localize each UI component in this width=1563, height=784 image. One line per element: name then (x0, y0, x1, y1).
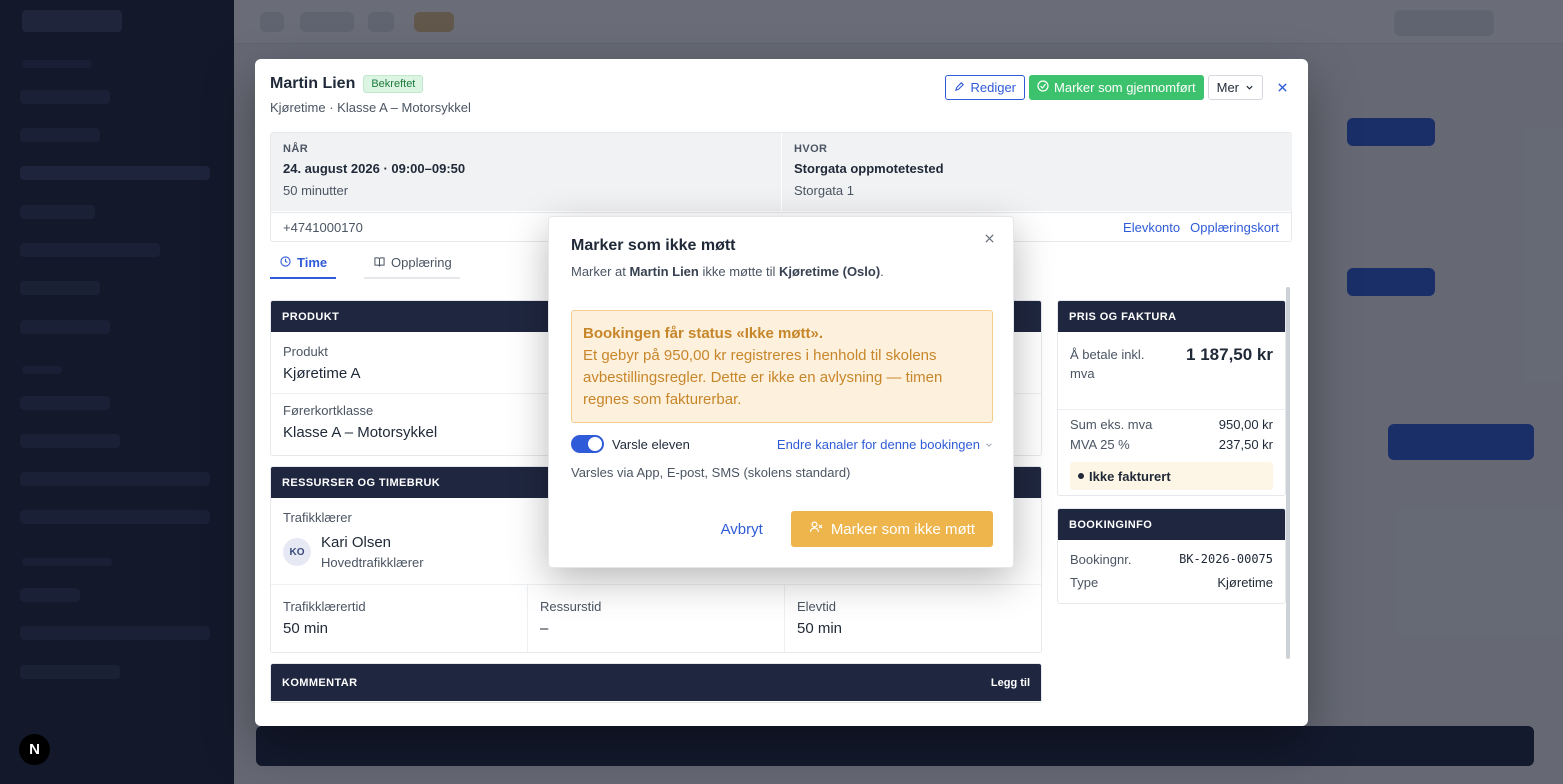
booking-type-value: Kjøretime (1217, 575, 1273, 590)
vat-row: MVA 25 % 237,50 kr (1070, 437, 1273, 452)
desc-student: Martin Lien (629, 264, 699, 279)
comment-header: KOMMENTAR Legg til (271, 664, 1041, 701)
status-badge: Bekreftet (363, 75, 424, 93)
resource-time-label: Ressurstid (540, 599, 602, 614)
edit-button[interactable]: Rediger (945, 75, 1026, 100)
resource-time-value: – (540, 620, 549, 637)
tab-time[interactable]: Time (270, 247, 336, 279)
dialog-description: Marker at Martin Lien ikke møtte til Kjø… (571, 264, 884, 279)
net-label: Sum eks. mva (1070, 417, 1153, 432)
booking-number-label: Bookingnr. (1070, 552, 1132, 567)
when-duration: 50 minutter (283, 183, 349, 198)
where-value: Storgata oppmotetested (794, 161, 944, 176)
total-value: 1 187,50 kr (1186, 345, 1273, 364)
change-channels-link[interactable]: Endre kanaler for denne bookingen (777, 437, 993, 452)
dialog-title: Marker som ikke møtt (571, 237, 736, 254)
student-time-label: Elevtid (797, 599, 837, 614)
instructor-role: Hovedtrafikklærer (321, 555, 424, 570)
more-button[interactable]: Mer (1207, 75, 1263, 100)
no-show-dialog: Marker som ikke møtt Marker at Martin Li… (548, 216, 1014, 568)
invoice-status-label: Ikke fakturert (1089, 468, 1171, 484)
change-channels-label: Endre kanaler for denne bookingen (776, 436, 980, 452)
desc-event: Kjøretime (Oslo) (779, 264, 881, 279)
booking-info-header: BOOKINGINFO (1058, 509, 1285, 540)
booking-info-panel: BOOKINGINFO Bookingnr. BK-2026-00075 Typ… (1057, 508, 1286, 604)
mark-no-show-button[interactable]: Marker som ikke møtt (790, 511, 993, 547)
total-label: Å betale inkl. mva (1070, 347, 1145, 381)
tab-training[interactable]: Opplæring (364, 247, 460, 279)
book-icon (374, 255, 385, 270)
modal-scrollbar[interactable] (1286, 287, 1290, 659)
instructor-name: Kari Olsen (321, 534, 392, 551)
warning-box: Bookingen får status «Ikke møtt». Et geb… (571, 310, 993, 423)
booking-type-label: Type (1070, 575, 1099, 590)
phone-number[interactable]: +4741000170 (283, 220, 363, 235)
channels-note: Varsles via App, E-post, SMS (skolens st… (571, 465, 851, 480)
when-value: 24. august 2026 · 09:00–09:50 (283, 161, 466, 176)
contact-links: Elevkonto Opplæringskort (1123, 220, 1279, 235)
desc-middle: ikke møtte til (698, 264, 780, 279)
modal-subtitle: Kjøretime · Klasse A – Motorsykkel (270, 100, 471, 115)
comment-panel: KOMMENTAR Legg til (270, 663, 1042, 703)
desc-suffix: . (880, 264, 884, 279)
add-comment-button[interactable]: Legg til (991, 677, 1030, 689)
desc-prefix: Marker at (571, 264, 630, 279)
net-value: 950,00 kr (1218, 417, 1273, 432)
comment-title: KOMMENTAR (282, 676, 358, 689)
where-address: Storgata 1 (794, 183, 854, 198)
student-time-value: 50 min (797, 620, 843, 637)
where-cell: HVOR Storgata oppmotetested Storgata 1 (782, 133, 1292, 211)
student-account-link[interactable]: Elevkonto (1123, 220, 1180, 235)
clock-icon (280, 255, 291, 270)
status-dot-icon (1078, 473, 1084, 479)
close-icon[interactable] (984, 231, 995, 248)
more-label: Mer (1216, 80, 1239, 95)
avatar: KO (283, 538, 311, 566)
notify-label: Varsle eleven (612, 436, 690, 452)
chevron-down-icon (1245, 80, 1254, 95)
modal-tabs: Time Opplæring (270, 247, 460, 279)
price-header: PRIS OG FAKTURA (1058, 301, 1285, 332)
booking-number-value: BK-2026-00075 (1179, 552, 1273, 566)
tab-training-label: Opplæring (391, 254, 452, 270)
warning-title: Bookingen får status «Ikke møtt». (583, 325, 824, 342)
where-label: HVOR (794, 143, 828, 155)
training-card-link[interactable]: Opplæringskort (1190, 220, 1279, 235)
mark-completed-label: Marker som gjennomført (1054, 80, 1196, 95)
dialog-actions: Avbryt Marker som ikke møtt (700, 511, 993, 547)
teacher-time-value: 50 min (283, 620, 329, 637)
close-icon[interactable] (1271, 75, 1293, 100)
price-panel: PRIS OG FAKTURA Å betale inkl. mva 1 187… (1057, 300, 1286, 496)
framework-badge[interactable]: N (19, 734, 50, 765)
booking-number-row: Bookingnr. BK-2026-00075 (1070, 552, 1273, 567)
user-x-icon (809, 520, 823, 538)
pencil-icon (954, 80, 965, 95)
mark-no-show-label: Marker som ikke møtt (830, 520, 975, 538)
notify-toggle[interactable] (571, 435, 604, 453)
header-actions: Rediger Marker som gjennomført Mer (945, 75, 1293, 100)
teacher-time-label: Trafikklærertid (283, 599, 366, 614)
edit-label: Rediger (970, 80, 1017, 95)
vat-value: 237,50 kr (1218, 437, 1273, 452)
invoice-status-badge: Ikke fakturert (1070, 462, 1273, 490)
modal-header: Martin Lien Bekreftet Kjøretime · Klasse… (270, 75, 1293, 119)
when-label: NÅR (283, 143, 309, 155)
check-circle-icon (1037, 80, 1049, 95)
when-cell: NÅR 24. august 2026 · 09:00–09:50 50 min… (271, 133, 781, 211)
net-row: Sum eks. mva 950,00 kr (1070, 417, 1273, 432)
chevron-down-icon (985, 437, 993, 452)
mark-completed-button[interactable]: Marker som gjennomført (1029, 75, 1204, 100)
warning-body: Et gebyr på 950,00 kr registreres i henh… (583, 347, 943, 408)
vat-label: MVA 25 % (1070, 437, 1130, 452)
booking-type-row: Type Kjøretime (1070, 575, 1273, 590)
notify-row: Varsle eleven Endre kanaler for denne bo… (571, 434, 993, 454)
student-name: Martin Lien (270, 75, 356, 92)
cancel-button[interactable]: Avbryt (700, 511, 783, 547)
tab-time-label: Time (297, 254, 328, 270)
modal-title: Martin Lien Bekreftet (270, 75, 424, 93)
